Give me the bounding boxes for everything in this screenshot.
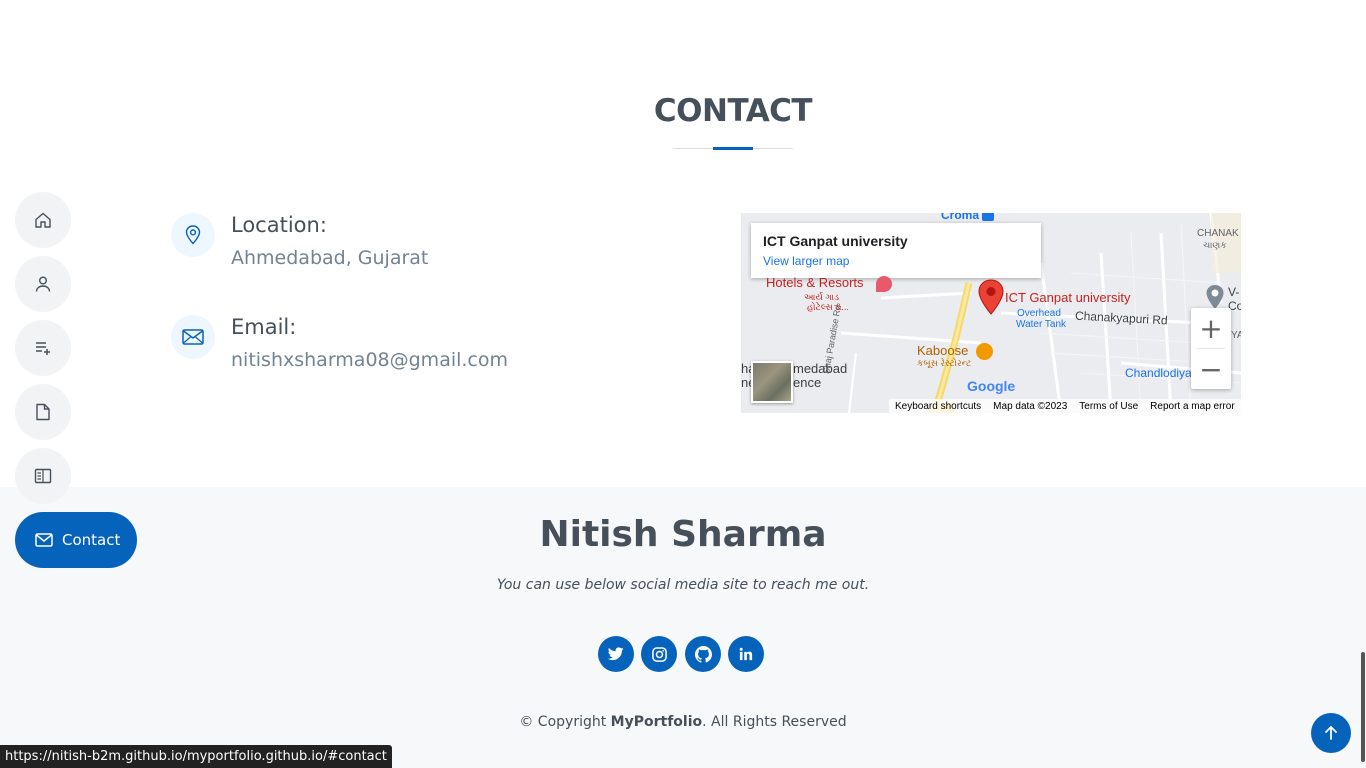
view-larger-map-link[interactable]: View larger map [763, 254, 1029, 268]
google-map[interactable]: Croma CHANAK ચાણક ICT Ganpat university … [741, 213, 1241, 413]
instagram-icon [651, 646, 667, 662]
home-icon [35, 212, 51, 228]
nav-services-button[interactable] [15, 448, 71, 504]
nav-about-button[interactable] [15, 256, 71, 312]
section-title: CONTACT [0, 93, 1366, 129]
map-label-pin: ICT Ganpat university [1005, 290, 1131, 305]
map-place-name: ICT Ganpat university [763, 233, 908, 249]
nav-portfolio-button[interactable] [15, 384, 71, 440]
book-icon [34, 468, 52, 484]
copyright-brand: MyPortfolio [610, 714, 703, 730]
restaurant-marker-icon [976, 343, 993, 360]
zoom-in-button[interactable]: + [1191, 308, 1231, 348]
nav-contact-label: Contact [62, 531, 121, 549]
map-label-chandlodiya: Chandlodiya [1125, 366, 1192, 380]
map-label-overhead: Overhead [1017, 308, 1061, 319]
title-divider-accent [713, 147, 753, 150]
map-label-chanak: CHANAK [1197, 228, 1239, 239]
terms-of-use-link[interactable]: Terms of Use [1079, 401, 1138, 412]
map-label-ahmedabad: medabad [793, 361, 848, 376]
arrow-up-icon [1325, 726, 1337, 740]
map-label-kaboose: Kaboose [917, 343, 969, 358]
location-value: Ahmedabad, Gujarat [231, 247, 429, 269]
envelope-icon [171, 315, 215, 359]
file-icon [36, 403, 50, 421]
copyright-suffix: . All Rights Reserved [702, 714, 847, 730]
map-label-hotels: Hotels & Resorts [766, 275, 864, 290]
keyboard-shortcuts-link[interactable]: Keyboard shortcuts [895, 401, 981, 412]
envelope-icon [35, 533, 53, 547]
playlist-add-icon [36, 342, 50, 355]
email-value: nitishxsharma08@gmail.com [231, 349, 509, 371]
google-logo: Google [967, 378, 1016, 394]
linkedin-link[interactable] [728, 636, 764, 672]
scrollbar-thumb[interactable] [1361, 652, 1365, 762]
back-to-top-button[interactable] [1311, 713, 1351, 753]
report-map-error-link[interactable]: Report a map error [1150, 401, 1234, 412]
map-label-croma: Croma [941, 213, 995, 222]
linkedin-icon [739, 647, 753, 661]
footer-name: Nitish Sharma [539, 514, 827, 555]
map-label-v: V- [1228, 285, 1240, 299]
email-label: Email: [231, 315, 297, 339]
zoom-control: + − [1191, 308, 1231, 389]
zoom-out-button[interactable]: − [1191, 349, 1231, 389]
instagram-link[interactable] [641, 636, 677, 672]
map-label-ence: ence [793, 375, 822, 390]
status-bar-url: https://nitish-b2m.github.io/myportfolio… [0, 745, 392, 768]
footer-tagline: You can use below social media site to r… [496, 577, 870, 593]
site-footer: Nitish Sharma You can use below social m… [0, 487, 1366, 768]
map-label-water-tank: Water Tank [1016, 319, 1067, 330]
map-pin-marker-icon[interactable] [977, 279, 1005, 320]
map-pin-icon [171, 213, 215, 257]
github-link[interactable] [685, 636, 721, 672]
satellite-toggle-button[interactable] [751, 361, 793, 403]
map-info-card: ICT Ganpat university View larger map [751, 223, 1041, 278]
twitter-link[interactable] [598, 636, 634, 672]
hotel-marker-icon [876, 276, 892, 292]
nav-resume-button[interactable] [15, 320, 71, 376]
copyright-prefix: © Copyright [519, 714, 611, 730]
copyright-text: © Copyright MyPortfolio. All Rights Rese… [0, 714, 1366, 730]
github-icon [694, 645, 712, 663]
map-footer: Keyboard shortcuts Map data ©2023 Terms … [889, 399, 1241, 413]
nav-home-button[interactable] [15, 192, 71, 248]
map-label-ya: YA [1231, 330, 1241, 341]
twitter-icon [608, 647, 624, 661]
location-label: Location: [231, 213, 327, 237]
nav-contact-button[interactable]: Contact [15, 512, 137, 568]
map-label-chanak-gu: ચાણક [1203, 240, 1227, 250]
person-icon [35, 276, 51, 292]
map-label-kaboose-gu: કબૂસ રેસ્ટોરન્ટ [917, 358, 972, 368]
contact-heading: CONTACT [653, 93, 813, 129]
map-data-text: Map data ©2023 [993, 400, 1068, 412]
